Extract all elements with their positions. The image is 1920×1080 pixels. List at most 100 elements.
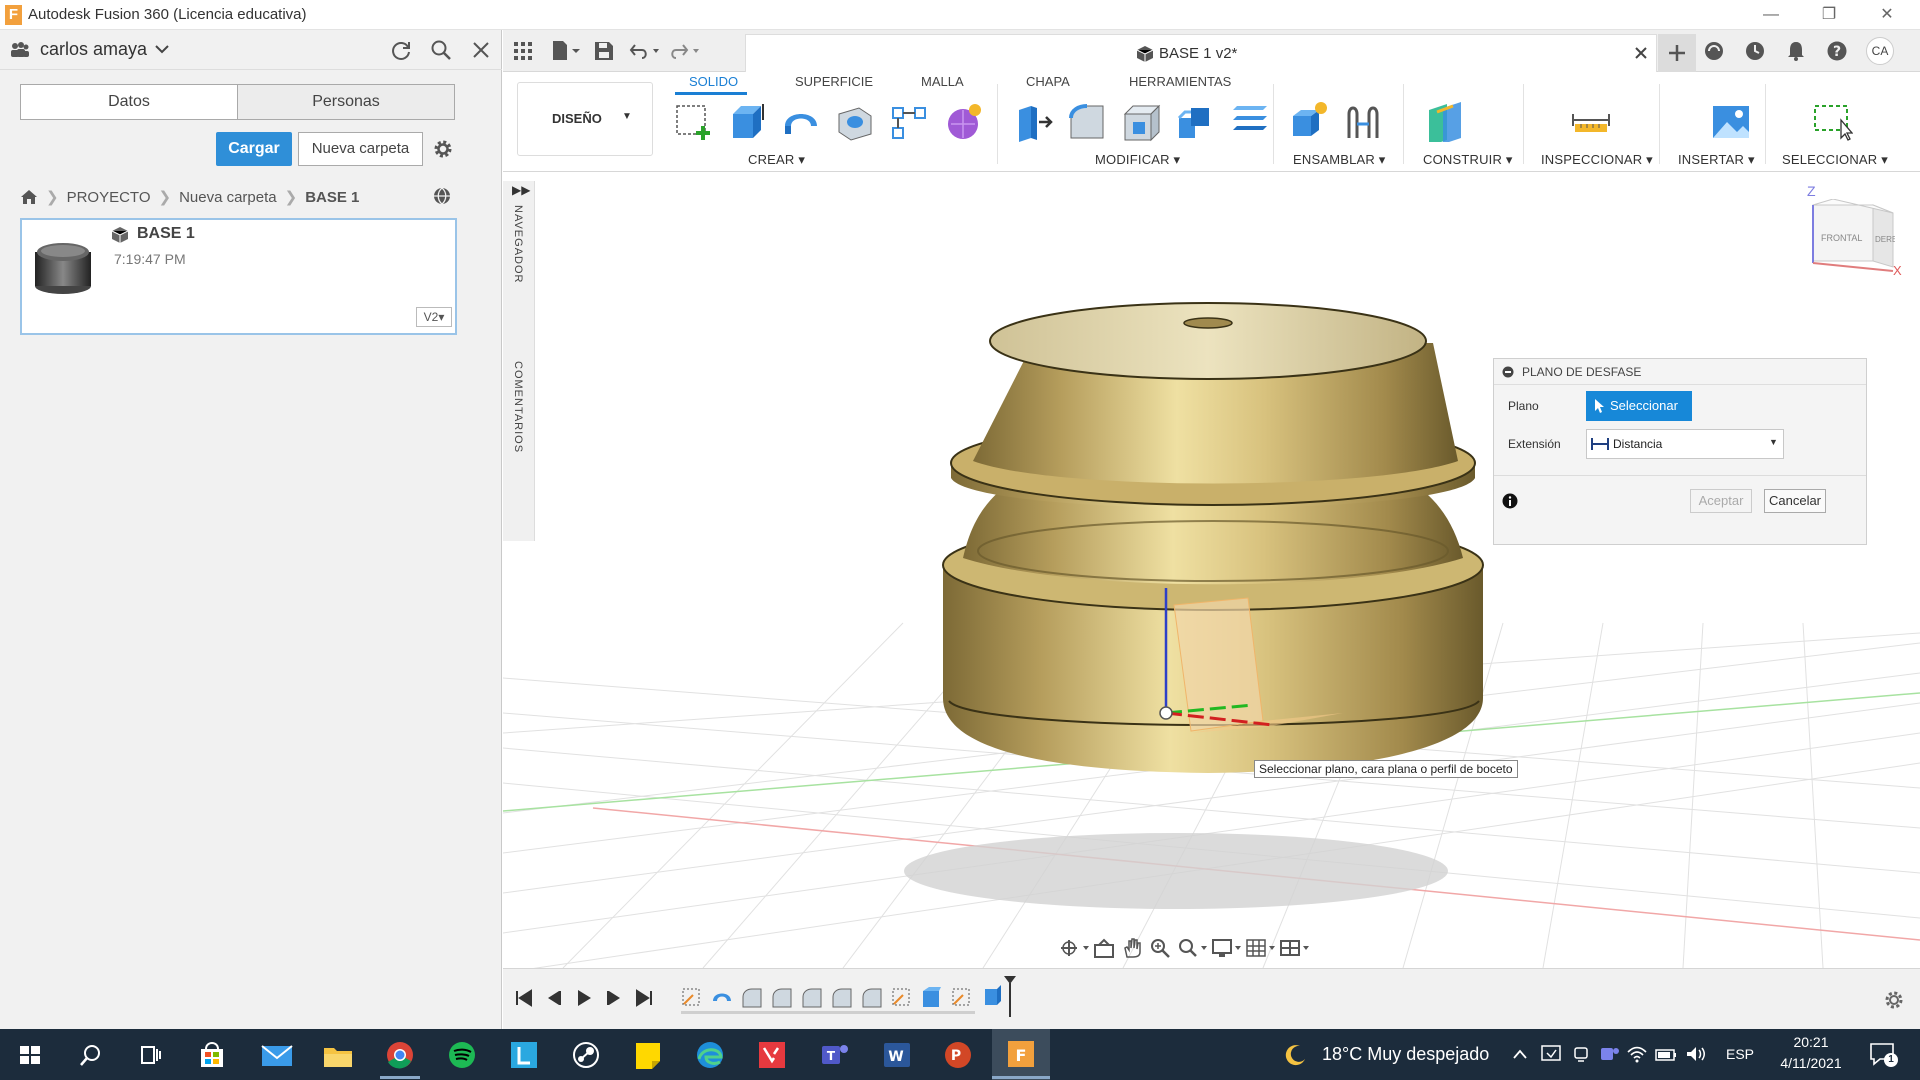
- info-icon[interactable]: [1502, 493, 1518, 509]
- zoom-icon[interactable]: [1149, 937, 1171, 959]
- workspace-switcher[interactable]: DISEÑO ▼: [517, 82, 653, 156]
- microsoft-store-icon[interactable]: [192, 1037, 232, 1073]
- tab-chapa[interactable]: CHAPA: [1026, 74, 1070, 89]
- powerpoint-icon[interactable]: P: [938, 1037, 978, 1073]
- breadcrumb-project[interactable]: PROYECTO: [67, 189, 151, 206]
- cancel-button[interactable]: Cancelar: [1764, 489, 1826, 513]
- timeline-marker[interactable]: [1003, 975, 1017, 1017]
- ensamblar-group-label[interactable]: ENSAMBLAR ▾: [1293, 152, 1386, 168]
- step-back-icon[interactable]: [545, 989, 563, 1007]
- insertar-group-label[interactable]: INSERTAR ▾: [1678, 152, 1755, 168]
- origin-point[interactable]: [1159, 706, 1173, 720]
- input-language[interactable]: ESP: [1726, 1046, 1754, 1062]
- construir-group-label[interactable]: CONSTRUIR ▾: [1423, 152, 1513, 168]
- construct-plane-icon[interactable]: [1425, 100, 1465, 142]
- joint-icon[interactable]: [1343, 100, 1383, 142]
- expand-navigator-icon[interactable]: ▶▶: [512, 183, 530, 197]
- create-form-icon[interactable]: [943, 100, 983, 142]
- look-at-icon[interactable]: [1093, 937, 1115, 959]
- play-icon[interactable]: [575, 989, 593, 1007]
- fusion-taskbar-button[interactable]: F: [992, 1029, 1050, 1080]
- chrome-icon[interactable]: [380, 1037, 420, 1073]
- ok-button[interactable]: Aceptar: [1690, 489, 1752, 513]
- file-menu-icon[interactable]: [551, 40, 581, 62]
- collapse-icon[interactable]: [1502, 366, 1514, 378]
- extent-select[interactable]: Distancia ▼: [1586, 429, 1784, 459]
- pattern-icon[interactable]: [889, 100, 929, 142]
- timeline-sketch-icon[interactable]: [951, 987, 973, 1009]
- orbit-icon[interactable]: [1059, 937, 1091, 959]
- document-tab[interactable]: BASE 1 v2*: [745, 34, 1657, 72]
- create-sketch-icon[interactable]: [673, 100, 713, 142]
- steam-icon[interactable]: [566, 1037, 606, 1073]
- shell-icon[interactable]: [1121, 100, 1161, 142]
- chevron-down-icon[interactable]: [155, 44, 169, 54]
- battery-icon[interactable]: [1654, 1044, 1678, 1064]
- close-tab-icon[interactable]: [1634, 46, 1648, 60]
- clock-date[interactable]: 4/11/2021: [1766, 1055, 1856, 1071]
- tab-malla[interactable]: MALLA: [921, 74, 964, 89]
- gear-icon[interactable]: [432, 138, 454, 160]
- navigator-label[interactable]: NAVEGADOR: [512, 205, 524, 283]
- go-to-start-icon[interactable]: [515, 989, 533, 1007]
- insert-image-icon[interactable]: [1711, 100, 1751, 142]
- wifi-icon[interactable]: [1626, 1044, 1648, 1064]
- taskbar-search-icon[interactable]: [70, 1037, 110, 1073]
- timeline-revolve-icon[interactable]: [711, 987, 733, 1009]
- new-component-icon[interactable]: [1289, 100, 1329, 142]
- tab-datos[interactable]: Datos: [21, 85, 237, 119]
- timeline-fillet-icon[interactable]: [831, 987, 853, 1009]
- upload-button[interactable]: Cargar: [216, 132, 292, 166]
- refresh-icon[interactable]: [390, 39, 412, 61]
- display-settings-icon[interactable]: [1211, 937, 1243, 959]
- task-view-icon[interactable]: [130, 1037, 170, 1073]
- weather-text[interactable]: 18°C Muy despejado: [1322, 1044, 1489, 1065]
- close-panel-icon[interactable]: [472, 41, 490, 59]
- clock-time[interactable]: 20:21: [1776, 1034, 1846, 1050]
- close-window-button[interactable]: ✕: [1864, 2, 1910, 28]
- grid-settings-icon[interactable]: [1245, 937, 1277, 959]
- help-icon[interactable]: ?: [1826, 40, 1848, 62]
- timeline-fillet-icon[interactable]: [771, 987, 793, 1009]
- search-icon[interactable]: [430, 39, 452, 61]
- view-cube-front-label[interactable]: FRONTAL: [1821, 233, 1862, 243]
- tab-personas[interactable]: Personas: [237, 85, 454, 119]
- timeline-fillet-icon[interactable]: [801, 987, 823, 1009]
- edge-icon[interactable]: [690, 1037, 730, 1073]
- tray-teams-icon[interactable]: [1598, 1044, 1620, 1064]
- file-explorer-icon[interactable]: [318, 1037, 358, 1073]
- new-tab-button[interactable]: [1658, 34, 1696, 72]
- measure-icon[interactable]: [1571, 100, 1611, 142]
- view-cube[interactable]: Z FRONTAL DERECHA X: [1803, 183, 1903, 283]
- hole-icon[interactable]: [835, 100, 875, 142]
- tab-solido[interactable]: SOLIDO: [689, 74, 738, 89]
- teams-icon[interactable]: T: [814, 1037, 854, 1073]
- avatar[interactable]: CA: [1866, 37, 1894, 65]
- pan-hand-icon[interactable]: [1121, 937, 1143, 959]
- lightshot-app-icon[interactable]: [504, 1037, 544, 1073]
- revolve-icon[interactable]: [781, 100, 821, 142]
- user-name[interactable]: carlos amaya: [40, 39, 147, 60]
- mail-icon[interactable]: [256, 1037, 296, 1073]
- fillet-icon[interactable]: [1067, 100, 1107, 142]
- volume-icon[interactable]: [1684, 1044, 1708, 1064]
- weather-moon-icon[interactable]: [1284, 1043, 1308, 1067]
- modificar-group-label[interactable]: MODIFICAR ▾: [1095, 152, 1180, 168]
- timeline-fillet-icon[interactable]: [861, 987, 883, 1009]
- job-status-icon[interactable]: [1744, 40, 1766, 62]
- inspeccionar-group-label[interactable]: INSPECCIONAR ▾: [1541, 152, 1653, 168]
- align-icon[interactable]: [1229, 100, 1269, 142]
- sticky-notes-icon[interactable]: [628, 1037, 668, 1073]
- extensions-icon[interactable]: [1703, 40, 1725, 62]
- new-folder-button[interactable]: Nueva carpeta: [298, 132, 423, 166]
- timeline-settings-gear-icon[interactable]: [1883, 989, 1905, 1011]
- select-box-icon[interactable]: [1813, 100, 1853, 142]
- timeline-shell-icon[interactable]: [921, 987, 943, 1009]
- comments-label[interactable]: COMENTARIOS: [512, 361, 524, 453]
- redo-icon[interactable]: [669, 40, 701, 62]
- press-pull-icon[interactable]: [1013, 100, 1053, 142]
- timeline-sketch-icon[interactable]: [681, 987, 703, 1009]
- spotify-icon[interactable]: [442, 1037, 482, 1073]
- home-icon[interactable]: [20, 189, 38, 205]
- minimize-button[interactable]: —: [1748, 2, 1794, 28]
